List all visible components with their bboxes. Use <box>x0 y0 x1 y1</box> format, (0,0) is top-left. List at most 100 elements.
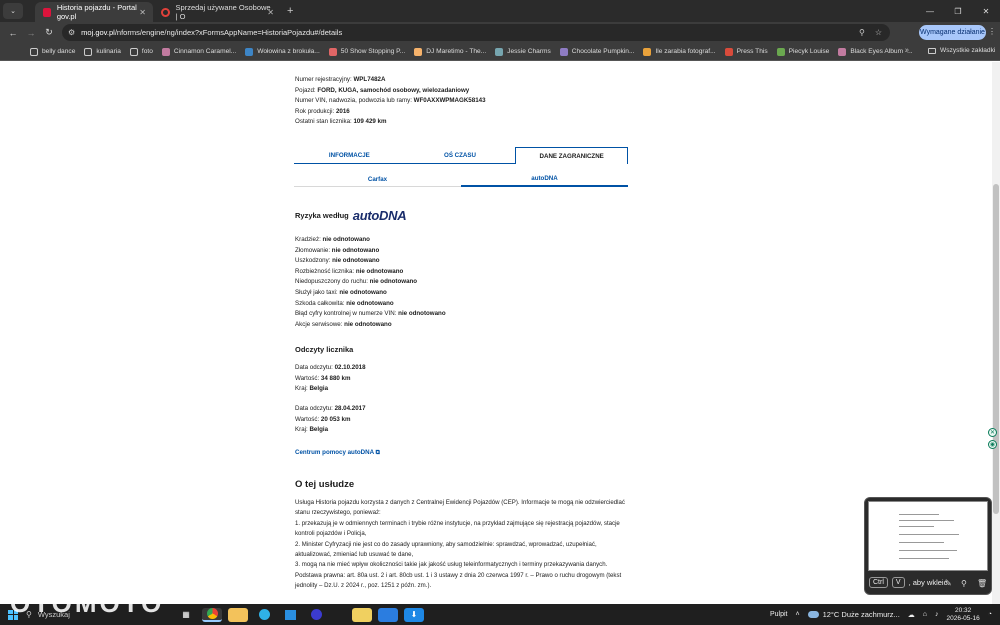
clipboard-popup: Ctrl V , aby wkleić ✎ ⚲ 🗑 <box>864 497 992 595</box>
folder-icon <box>129 47 138 56</box>
tab-carfax[interactable]: Carfax <box>294 172 461 187</box>
accessibility-widget-icon[interactable]: ◉ <box>988 440 997 449</box>
risk-item-value: nie odnotowano <box>398 310 446 318</box>
address-bar[interactable]: ⚙ moj.gov.pl/nforms/engine/ng/index?xFor… <box>62 24 890 41</box>
bookmark-item[interactable]: 50 Show Stopping P... <box>328 47 405 56</box>
bookmark-item[interactable]: foto <box>129 47 153 56</box>
volume-icon[interactable]: ♪ <box>935 611 939 618</box>
close-window-icon[interactable]: ✕ <box>972 0 1000 22</box>
help-link[interactable]: Centrum pomocy autoDNA <box>295 449 374 456</box>
pin-icon[interactable]: ⚲ <box>961 579 967 588</box>
tab-title: Historia pojazdu - Portal gov.pl <box>56 3 137 21</box>
reading-field: Kraj: Belgia <box>295 425 635 436</box>
app-icon[interactable] <box>306 608 326 622</box>
all-bookmarks-button[interactable]: Wszystkie zakładki <box>928 47 995 54</box>
search-icon[interactable]: ⚲ <box>859 28 865 37</box>
reading-field-label: Wartość: <box>295 415 321 423</box>
onedrive-icon[interactable]: ☁ <box>908 611 915 619</box>
bookmark-favicon-icon <box>776 47 785 56</box>
vehicle-field: Numer rejestracyjny: WPL7482A <box>295 75 635 86</box>
tab-dane-zagraniczne[interactable]: DANE ZAGRANICZNE <box>515 147 629 164</box>
page-scrollbar[interactable] <box>992 62 1000 606</box>
maximize-icon[interactable]: ❐ <box>944 0 972 22</box>
bookmark-item[interactable]: belly dance <box>30 47 76 56</box>
browser-tab[interactable]: Sprzedaj używane Osobowe | O ✕ <box>153 2 281 22</box>
edit-icon[interactable]: ✎ <box>945 579 952 588</box>
store-icon[interactable] <box>280 608 300 622</box>
bookmark-item[interactable]: Jessie Charms <box>495 47 551 56</box>
ctrl-key: Ctrl <box>869 577 888 588</box>
minimize-icon[interactable]: — <box>916 0 944 22</box>
download-app-icon[interactable]: ⬇ <box>404 607 424 622</box>
bookmark-item[interactable]: kulinaria <box>84 47 121 56</box>
time-text: 20:32 <box>955 606 972 614</box>
bookmarks-bar: belly dance kulinaria foto Cinnamon Caramel… <box>0 43 1000 61</box>
risk-item-value: nie odnotowano <box>331 246 380 254</box>
close-tab-icon[interactable]: ✕ <box>267 8 274 17</box>
network-icon[interactable]: ⌂ <box>923 611 927 618</box>
bookmark-item[interactable]: Press This <box>724 47 768 56</box>
bookmark-item[interactable]: Ile zarabia fotograf... <box>643 47 716 56</box>
photos-icon[interactable] <box>378 607 398 622</box>
vehicle-field-label: Ostatni stan licznika: <box>295 118 354 126</box>
folder-icon <box>30 47 38 56</box>
risk-item-value: nie odnotowano <box>355 267 404 275</box>
delete-icon[interactable]: 🗑 <box>977 579 987 588</box>
clipboard-thumbnail[interactable] <box>868 501 988 571</box>
bookmark-label: belly dance <box>42 48 76 55</box>
forward-icon[interactable]: → <box>22 28 40 38</box>
risk-item: Służył jako taxi: nie odnotowano <box>295 288 635 299</box>
reading-field-value: 20 053 km <box>320 415 351 423</box>
chevron-up-icon[interactable]: ˄ <box>795 611 799 618</box>
vehicle-field: Pojazd: FORD, KUGA, samochód osobowy, wi… <box>295 86 635 97</box>
browser-tab-active[interactable]: Historia pojazdu - Portal gov.pl ✕ <box>35 2 153 22</box>
chrome-icon[interactable] <box>202 607 222 622</box>
bookmark-label: Cinnamon Caramel... <box>173 48 237 55</box>
bookmark-label: Piecyk Louise <box>788 48 830 55</box>
reading-field-label: Kraj: <box>295 426 310 434</box>
desktop-label[interactable]: Pulpit <box>770 611 788 618</box>
about-point: 1. przekazują je w odmiennych terminach … <box>295 519 620 538</box>
edge-icon[interactable] <box>254 608 274 622</box>
new-tab-icon[interactable]: + <box>287 5 293 17</box>
gov-favicon-icon <box>43 7 51 17</box>
bookmark-item[interactable]: Wołowina z brokuła... <box>245 47 320 56</box>
bookmark-favicon-icon <box>161 47 170 56</box>
about-point: 3. mogą na nie mieć wpływ okoliczności t… <box>295 561 608 569</box>
risks-heading-text: Ryzyka według <box>295 211 349 220</box>
bookmark-star-icon[interactable]: ☆ <box>875 28 882 37</box>
reading-field-value: 34 880 km <box>320 374 351 382</box>
task-view-icon[interactable]: ▦ <box>176 608 196 622</box>
menu-dots-icon[interactable]: ⋮ <box>988 27 996 36</box>
back-icon[interactable]: ← <box>4 28 22 38</box>
more-bookmarks-icon[interactable]: » <box>905 47 909 54</box>
bookmark-item[interactable]: Black Eyes Album -... <box>838 47 913 56</box>
autodna-logo: autoDNA <box>352 208 407 223</box>
scrollbar-thumb[interactable] <box>993 184 999 514</box>
bookmark-item[interactable]: Chocolate Pumpkin... <box>559 47 634 56</box>
reload-icon[interactable]: ↻ <box>40 27 58 38</box>
weather-widget[interactable]: 12°C Duże zachmurz... <box>807 610 900 619</box>
risk-item: Szkoda całkowita: nie odnotowano <box>295 299 635 310</box>
odometer-section: Odczyty licznika <box>295 345 635 354</box>
bookmark-item[interactable]: Cinnamon Caramel... <box>161 47 237 56</box>
close-tab-icon[interactable]: ✕ <box>139 8 146 17</box>
bookmark-item[interactable]: DJ Maretimo - The... <box>414 47 486 56</box>
bookmark-item[interactable]: Piecyk Louise <box>776 47 830 56</box>
about-intro: Usługa Historia pojazdu korzysta z danyc… <box>295 499 625 517</box>
notification-icon[interactable]: ◔ <box>988 611 992 618</box>
clock[interactable]: 20:32 2026-05-16 <box>947 607 980 623</box>
start-button[interactable] <box>0 609 26 620</box>
close-widget-icon[interactable]: ✕ <box>988 428 997 437</box>
risk-item-label: Szkoda całkowita: <box>295 299 347 307</box>
taskbar-search[interactable]: ⚲ Wyszukaj <box>26 610 176 619</box>
tab-autodna[interactable]: autoDNA <box>461 172 628 187</box>
site-info-icon[interactable]: ⚙ <box>68 28 75 37</box>
tab-os-czasu[interactable]: OŚ CZASU <box>404 147 516 164</box>
tab-search-button[interactable]: ⌄ <box>3 3 23 19</box>
tab-informacje[interactable]: INFORMACJE <box>294 147 405 164</box>
cloud-icon <box>807 611 819 618</box>
notes-icon[interactable] <box>352 607 372 622</box>
update-button[interactable]: Wymagane działanie <box>919 25 986 40</box>
file-explorer-icon[interactable] <box>228 607 248 622</box>
